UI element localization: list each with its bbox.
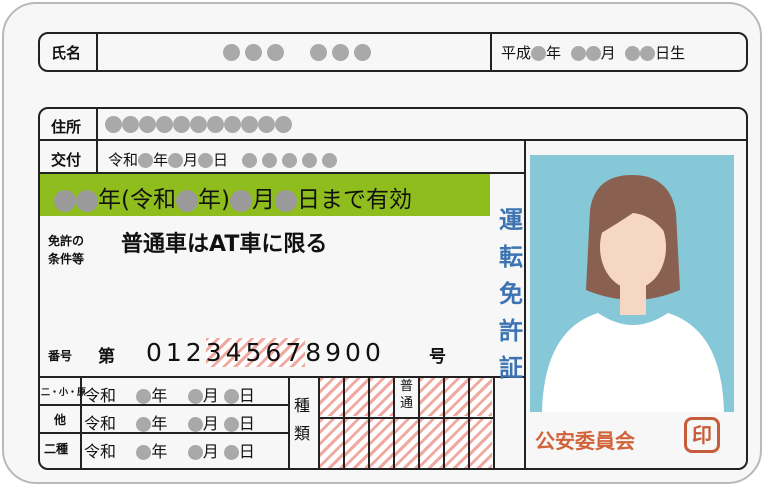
kind-cell [470, 419, 492, 468]
conditions-value: 普通車はAT車に限る [121, 232, 328, 257]
kind-cell [395, 419, 418, 468]
kind-cell-futsu: 普 通 [395, 378, 418, 416]
divider [343, 376, 345, 470]
kind-label: 種 類 [294, 396, 311, 443]
divider [493, 376, 495, 470]
person-icon [542, 175, 724, 412]
kind-cell [370, 419, 393, 468]
kind-cell [345, 419, 368, 468]
kind-cell [445, 419, 468, 468]
seal-stamp: 印 [684, 417, 720, 453]
kind-cell [470, 378, 492, 416]
birth-date: 平成年 月 日生 [501, 44, 686, 62]
validity-text: 年(令和 年) 月日まで有効 [54, 180, 412, 214]
kind-cell [445, 378, 468, 416]
issue-date: 令和年月日 [108, 149, 337, 170]
divider [393, 376, 395, 470]
address-masked [105, 114, 292, 133]
history-row-3: 令和 年 月 日 [84, 442, 255, 461]
number-suffix: 号 [429, 347, 446, 367]
license-title: 運 転 免 許 証 [499, 206, 523, 382]
divider [490, 32, 492, 72]
license-card: 氏名 平成年 月 日生 住所 交付 令和年月日 年(令和 年) 月日まで有効 免許の… [2, 2, 762, 484]
history-label-1: 二・小・原 [41, 388, 87, 398]
divider [38, 139, 748, 141]
address-label: 住所 [51, 118, 82, 136]
holder-photo [530, 155, 734, 412]
kind-cell [345, 378, 368, 416]
kind-cell [320, 419, 343, 468]
history-label-2: 他 [54, 413, 67, 427]
license-number: 012345678900 [146, 338, 385, 367]
number-label: 番号 [48, 349, 73, 363]
divider [468, 376, 470, 470]
name-label: 氏名 [51, 44, 82, 62]
divider [524, 139, 526, 470]
divider [368, 376, 370, 470]
history-row-1: 令和 年 月 日 [84, 386, 255, 405]
number-hatch: 34567 [205, 338, 306, 367]
conditions-label: 免許の 条件等 [48, 234, 85, 266]
divider [96, 32, 98, 72]
kind-cell [420, 378, 443, 416]
number-prefix: 第 [98, 347, 115, 367]
name-masked [223, 42, 371, 61]
history-label-3: 二種 [44, 442, 69, 456]
kind-cell [370, 378, 393, 416]
divider [288, 376, 290, 470]
history-row-2: 令和 年 月 日 [84, 414, 255, 433]
kind-cell [320, 378, 343, 416]
divider [418, 376, 420, 470]
commission-name: 公安委員会 [535, 429, 635, 453]
kind-cell [420, 419, 443, 468]
divider [443, 376, 445, 470]
issue-label: 交付 [51, 151, 82, 169]
